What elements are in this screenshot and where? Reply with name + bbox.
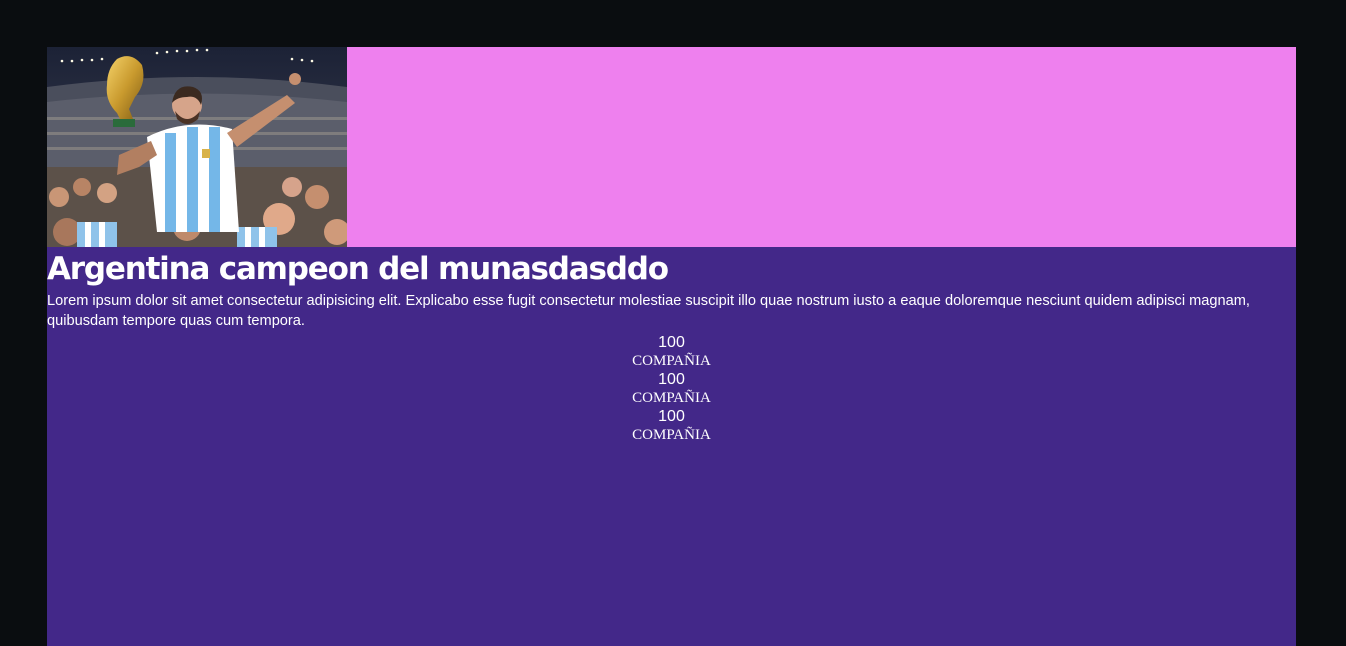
trophy-celebration-image: [47, 47, 347, 247]
stat-number: 100: [658, 371, 685, 388]
stat-number: 100: [658, 408, 685, 425]
stat-label: COMPAÑIA: [632, 390, 711, 406]
stats-list: 100 COMPAÑIA 100 COMPAÑIA 100 COMPAÑIA: [47, 334, 1296, 445]
stat-item: 100 COMPAÑIA: [47, 334, 1296, 371]
stat-item: 100 COMPAÑIA: [47, 371, 1296, 408]
description-text: Lorem ipsum dolor sit amet consectetur a…: [47, 293, 1250, 329]
main-content: Argentina campeon del munasdasddo Lorem …: [47, 247, 1296, 445]
hero-photo: [47, 47, 347, 247]
page-title: Argentina campeon del munasdasddo: [47, 251, 669, 287]
stat-item: 100 COMPAÑIA: [47, 408, 1296, 445]
page-container: Argentina campeon del munasdasddo Lorem …: [47, 47, 1296, 646]
stat-label: COMPAÑIA: [632, 427, 711, 443]
hero-banner: [47, 47, 1296, 247]
stat-number: 100: [658, 334, 685, 351]
stat-label: COMPAÑIA: [632, 353, 711, 369]
